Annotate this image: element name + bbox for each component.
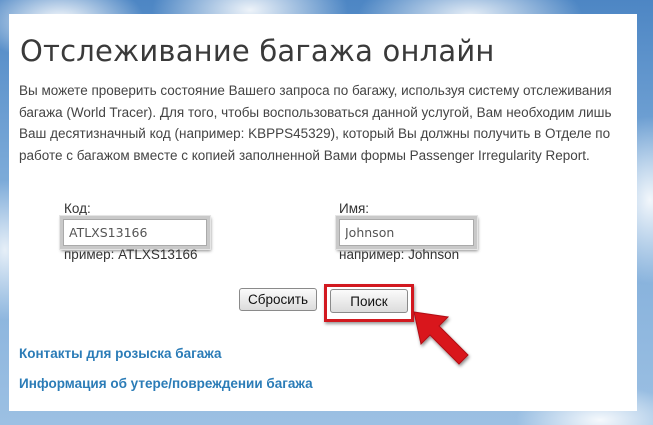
description-text: Вы можете проверить состояние Вашего зап… <box>19 83 612 163</box>
page-title: Отслеживание багажа онлайн <box>20 34 495 68</box>
name-label: Имя: <box>339 201 370 216</box>
reset-button[interactable]: Сбросить <box>239 288 317 311</box>
code-label: Код: <box>64 201 91 216</box>
name-field-frame <box>336 216 477 249</box>
red-arrow-icon <box>413 311 469 365</box>
damage-info-link[interactable]: Информация об утере/повреждении багажа <box>19 376 313 391</box>
name-hint: например: Johnson <box>339 247 460 262</box>
code-field-frame <box>60 216 210 249</box>
baggage-tracking-panel: Отслеживание багажа онлайн Вы можете про… <box>9 14 637 411</box>
name-input[interactable] <box>339 219 474 246</box>
search-button[interactable]: Поиск <box>330 289 408 313</box>
code-input[interactable] <box>63 219 207 246</box>
contacts-link[interactable]: Контакты для розыска багажа <box>19 346 221 361</box>
code-hint: пример: ATLXS13166 <box>64 247 198 262</box>
